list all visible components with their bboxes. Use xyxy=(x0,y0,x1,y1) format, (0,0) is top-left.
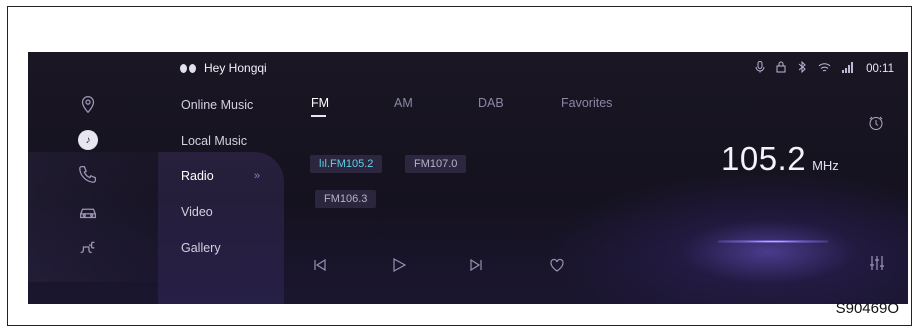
menu-item-online-music[interactable]: Online Music xyxy=(181,98,253,112)
menu-item-video[interactable]: Video xyxy=(181,205,213,219)
bluetooth-icon xyxy=(797,60,807,76)
music-active-indicator: ♪ xyxy=(78,130,98,150)
menu-item-radio[interactable]: Radio xyxy=(181,169,214,183)
now-playing-bars-icon: lıl. xyxy=(319,158,330,170)
infotainment-screen: ♪ Hey Hongqi Online Music Local Music Ra… xyxy=(28,52,908,304)
tab-favorites[interactable]: Favorites xyxy=(561,96,612,110)
clock-time: 00:11 xyxy=(866,62,894,75)
station-chip[interactable]: FM107.0 xyxy=(405,155,467,173)
brand-text: Hey Hongqi xyxy=(204,61,267,75)
icon-rail: ♪ xyxy=(28,52,158,304)
brand-logo-icon xyxy=(180,63,196,73)
figure-frame: ♪ Hey Hongqi Online Music Local Music Ra… xyxy=(7,6,912,326)
navigation-icon[interactable] xyxy=(76,92,100,116)
frequency-value: 105.2 xyxy=(721,140,807,177)
figure-caption: S90469O xyxy=(835,300,899,317)
phone-icon[interactable] xyxy=(76,162,100,186)
menu-item-local-music[interactable]: Local Music xyxy=(181,134,247,148)
tab-active-underline xyxy=(311,115,326,117)
lock-icon xyxy=(776,61,786,76)
equalizer-icon[interactable] xyxy=(870,255,884,274)
station-chip[interactable]: FM106.3 xyxy=(315,190,377,208)
sleep-timer-icon[interactable] xyxy=(868,115,884,131)
tab-am[interactable]: AM xyxy=(394,96,413,110)
menu-highlight-panel xyxy=(158,152,284,304)
previous-icon[interactable] xyxy=(311,256,329,274)
favorite-icon[interactable] xyxy=(548,256,566,274)
mic-icon xyxy=(755,61,765,76)
tab-fm[interactable]: FM xyxy=(311,96,329,110)
music-icon[interactable]: ♪ xyxy=(76,128,100,152)
wifi-icon xyxy=(818,62,831,76)
car-icon[interactable] xyxy=(76,200,100,224)
signal-icon xyxy=(842,61,855,76)
frequency-unit: MHz xyxy=(812,158,839,173)
play-icon[interactable] xyxy=(390,256,408,274)
next-icon[interactable] xyxy=(467,256,485,274)
charging-icon[interactable] xyxy=(76,235,100,259)
frequency-display: 105.2 MHz xyxy=(721,140,839,178)
source-menu: Hey Hongqi Online Music Local Music Radi… xyxy=(158,52,284,304)
menu-item-gallery[interactable]: Gallery xyxy=(181,241,221,255)
station-chip[interactable]: lıl. FM105.2 xyxy=(310,155,383,173)
status-bar: 00:11 xyxy=(755,60,894,76)
tab-dab[interactable]: DAB xyxy=(478,96,504,110)
radio-active-chevron-icon: » xyxy=(254,170,261,182)
voice-assistant[interactable]: Hey Hongqi xyxy=(180,61,267,75)
station-label: FM105.2 xyxy=(330,158,374,170)
frequency-glow xyxy=(718,240,828,243)
